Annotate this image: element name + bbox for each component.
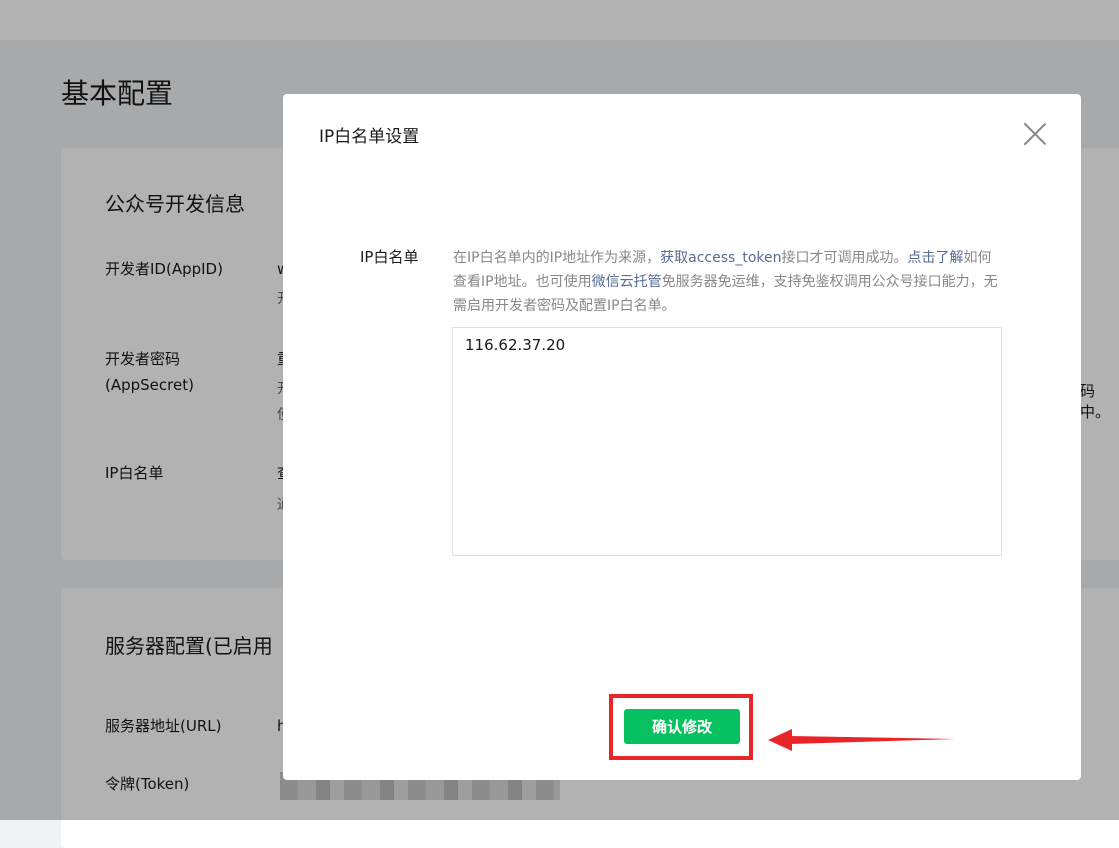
annotation-arrow-icon: [768, 729, 956, 751]
